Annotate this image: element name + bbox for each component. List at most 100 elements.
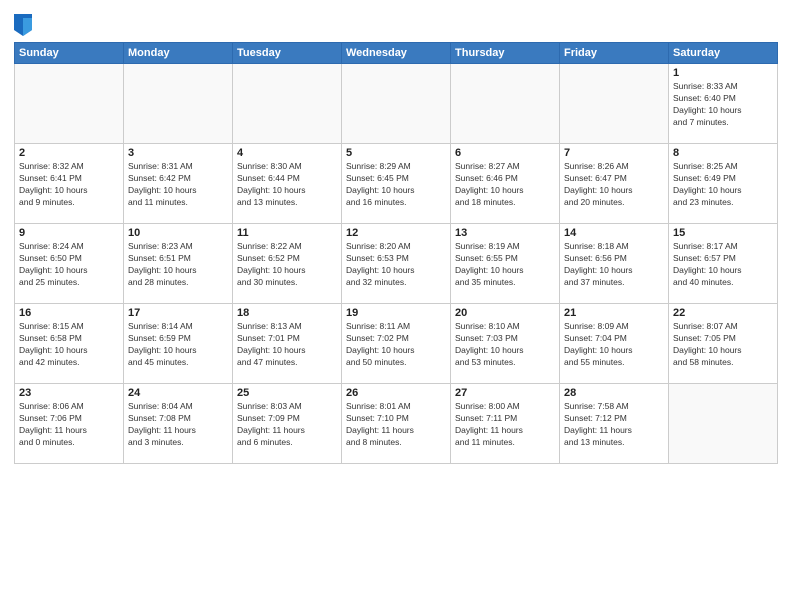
- day-info: Sunrise: 8:06 AM Sunset: 7:06 PM Dayligh…: [19, 401, 119, 449]
- weekday-header-wednesday: Wednesday: [342, 43, 451, 64]
- day-cell: 25 Sunrise: 8:03 AM Sunset: 7:09 PM Dayli…: [233, 384, 342, 464]
- day-info: Sunrise: 8:19 AM Sunset: 6:55 PM Dayligh…: [455, 241, 555, 289]
- day-number: 14: [564, 227, 664, 239]
- day-cell: 28 Sunrise: 7:58 AM Sunset: 7:12 PM Dayli…: [560, 384, 669, 464]
- weekday-header-sunday: Sunday: [15, 43, 124, 64]
- day-info: Sunrise: 8:22 AM Sunset: 6:52 PM Dayligh…: [237, 241, 337, 289]
- day-info: Sunrise: 8:10 AM Sunset: 7:03 PM Dayligh…: [455, 321, 555, 369]
- day-cell: 1 Sunrise: 8:33 AM Sunset: 6:40 PM Daylig…: [669, 64, 778, 144]
- logo-icon: [14, 14, 32, 36]
- day-info: Sunrise: 8:27 AM Sunset: 6:46 PM Dayligh…: [455, 161, 555, 209]
- day-info: Sunrise: 8:01 AM Sunset: 7:10 PM Dayligh…: [346, 401, 446, 449]
- week-row-1: 1 Sunrise: 8:33 AM Sunset: 6:40 PM Daylig…: [15, 64, 778, 144]
- day-cell: 21 Sunrise: 8:09 AM Sunset: 7:04 PM Dayli…: [560, 304, 669, 384]
- day-cell: 23 Sunrise: 8:06 AM Sunset: 7:06 PM Dayli…: [15, 384, 124, 464]
- day-cell: [451, 64, 560, 144]
- logo: [14, 14, 34, 36]
- day-info: Sunrise: 8:14 AM Sunset: 6:59 PM Dayligh…: [128, 321, 228, 369]
- day-info: Sunrise: 8:18 AM Sunset: 6:56 PM Dayligh…: [564, 241, 664, 289]
- day-number: 4: [237, 147, 337, 159]
- day-number: 10: [128, 227, 228, 239]
- day-info: Sunrise: 8:11 AM Sunset: 7:02 PM Dayligh…: [346, 321, 446, 369]
- day-cell: 13Sunrise: 8:19 AM Sunset: 6:55 PM Dayli…: [451, 224, 560, 304]
- day-info: Sunrise: 8:17 AM Sunset: 6:57 PM Dayligh…: [673, 241, 773, 289]
- day-info: Sunrise: 8:29 AM Sunset: 6:45 PM Dayligh…: [346, 161, 446, 209]
- weekday-header-monday: Monday: [124, 43, 233, 64]
- day-info: Sunrise: 8:25 AM Sunset: 6:49 PM Dayligh…: [673, 161, 773, 209]
- day-cell: 8 Sunrise: 8:25 AM Sunset: 6:49 PM Daylig…: [669, 144, 778, 224]
- day-info: Sunrise: 8:33 AM Sunset: 6:40 PM Dayligh…: [673, 81, 773, 129]
- day-number: 15: [673, 227, 773, 239]
- day-cell: [342, 64, 451, 144]
- day-info: Sunrise: 8:09 AM Sunset: 7:04 PM Dayligh…: [564, 321, 664, 369]
- day-cell: [124, 64, 233, 144]
- day-cell: 22 Sunrise: 8:07 AM Sunset: 7:05 PM Dayli…: [669, 304, 778, 384]
- day-number: 27: [455, 387, 555, 399]
- day-cell: 17 Sunrise: 8:14 AM Sunset: 6:59 PM Dayli…: [124, 304, 233, 384]
- day-info: Sunrise: 8:30 AM Sunset: 6:44 PM Dayligh…: [237, 161, 337, 209]
- day-number: 12: [346, 227, 446, 239]
- day-number: 6: [455, 147, 555, 159]
- weekday-header-friday: Friday: [560, 43, 669, 64]
- day-number: 16: [19, 307, 119, 319]
- day-number: 23: [19, 387, 119, 399]
- day-cell: 3 Sunrise: 8:31 AM Sunset: 6:42 PM Daylig…: [124, 144, 233, 224]
- weekday-header-thursday: Thursday: [451, 43, 560, 64]
- day-cell: 9Sunrise: 8:24 AM Sunset: 6:50 PM Daylig…: [15, 224, 124, 304]
- day-number: 11: [237, 227, 337, 239]
- day-info: Sunrise: 8:07 AM Sunset: 7:05 PM Dayligh…: [673, 321, 773, 369]
- day-cell: 27Sunrise: 8:00 AM Sunset: 7:11 PM Dayli…: [451, 384, 560, 464]
- day-number: 19: [346, 307, 446, 319]
- day-info: Sunrise: 8:32 AM Sunset: 6:41 PM Dayligh…: [19, 161, 119, 209]
- day-info: Sunrise: 7:58 AM Sunset: 7:12 PM Dayligh…: [564, 401, 664, 449]
- page: SundayMondayTuesdayWednesdayThursdayFrid…: [0, 0, 792, 612]
- header: [14, 10, 778, 36]
- day-info: Sunrise: 8:04 AM Sunset: 7:08 PM Dayligh…: [128, 401, 228, 449]
- day-cell: 12 Sunrise: 8:20 AM Sunset: 6:53 PM Dayli…: [342, 224, 451, 304]
- day-number: 8: [673, 147, 773, 159]
- day-cell: 15 Sunrise: 8:17 AM Sunset: 6:57 PM Dayli…: [669, 224, 778, 304]
- day-number: 25: [237, 387, 337, 399]
- day-number: 21: [564, 307, 664, 319]
- day-cell: 18Sunrise: 8:13 AM Sunset: 7:01 PM Dayli…: [233, 304, 342, 384]
- day-cell: 20 Sunrise: 8:10 AM Sunset: 7:03 PM Dayli…: [451, 304, 560, 384]
- day-cell: [233, 64, 342, 144]
- day-info: Sunrise: 8:20 AM Sunset: 6:53 PM Dayligh…: [346, 241, 446, 289]
- day-number: 7: [564, 147, 664, 159]
- calendar: SundayMondayTuesdayWednesdayThursdayFrid…: [14, 42, 778, 464]
- day-info: Sunrise: 8:03 AM Sunset: 7:09 PM Dayligh…: [237, 401, 337, 449]
- day-number: 24: [128, 387, 228, 399]
- day-cell: 7 Sunrise: 8:26 AM Sunset: 6:47 PM Daylig…: [560, 144, 669, 224]
- day-cell: 10 Sunrise: 8:23 AM Sunset: 6:51 PM Dayli…: [124, 224, 233, 304]
- week-row-3: 9Sunrise: 8:24 AM Sunset: 6:50 PM Daylig…: [15, 224, 778, 304]
- day-number: 5: [346, 147, 446, 159]
- day-cell: 24 Sunrise: 8:04 AM Sunset: 7:08 PM Dayli…: [124, 384, 233, 464]
- day-info: Sunrise: 8:31 AM Sunset: 6:42 PM Dayligh…: [128, 161, 228, 209]
- day-cell: [560, 64, 669, 144]
- day-info: Sunrise: 8:15 AM Sunset: 6:58 PM Dayligh…: [19, 321, 119, 369]
- day-number: 20: [455, 307, 555, 319]
- day-cell: 19 Sunrise: 8:11 AM Sunset: 7:02 PM Dayli…: [342, 304, 451, 384]
- day-cell: 5 Sunrise: 8:29 AM Sunset: 6:45 PM Daylig…: [342, 144, 451, 224]
- day-cell: [669, 384, 778, 464]
- day-cell: 14 Sunrise: 8:18 AM Sunset: 6:56 PM Dayli…: [560, 224, 669, 304]
- weekday-header-tuesday: Tuesday: [233, 43, 342, 64]
- day-number: 2: [19, 147, 119, 159]
- day-cell: 26 Sunrise: 8:01 AM Sunset: 7:10 PM Dayli…: [342, 384, 451, 464]
- day-cell: 4 Sunrise: 8:30 AM Sunset: 6:44 PM Daylig…: [233, 144, 342, 224]
- day-number: 26: [346, 387, 446, 399]
- day-number: 17: [128, 307, 228, 319]
- day-info: Sunrise: 8:13 AM Sunset: 7:01 PM Dayligh…: [237, 321, 337, 369]
- day-number: 22: [673, 307, 773, 319]
- day-number: 1: [673, 67, 773, 79]
- weekday-header-saturday: Saturday: [669, 43, 778, 64]
- weekday-header-row: SundayMondayTuesdayWednesdayThursdayFrid…: [15, 43, 778, 64]
- week-row-5: 23 Sunrise: 8:06 AM Sunset: 7:06 PM Dayli…: [15, 384, 778, 464]
- day-number: 3: [128, 147, 228, 159]
- day-info: Sunrise: 8:26 AM Sunset: 6:47 PM Dayligh…: [564, 161, 664, 209]
- day-info: Sunrise: 8:23 AM Sunset: 6:51 PM Dayligh…: [128, 241, 228, 289]
- day-number: 28: [564, 387, 664, 399]
- day-cell: 6 Sunrise: 8:27 AM Sunset: 6:46 PM Daylig…: [451, 144, 560, 224]
- day-cell: [15, 64, 124, 144]
- day-cell: 11 Sunrise: 8:22 AM Sunset: 6:52 PM Dayli…: [233, 224, 342, 304]
